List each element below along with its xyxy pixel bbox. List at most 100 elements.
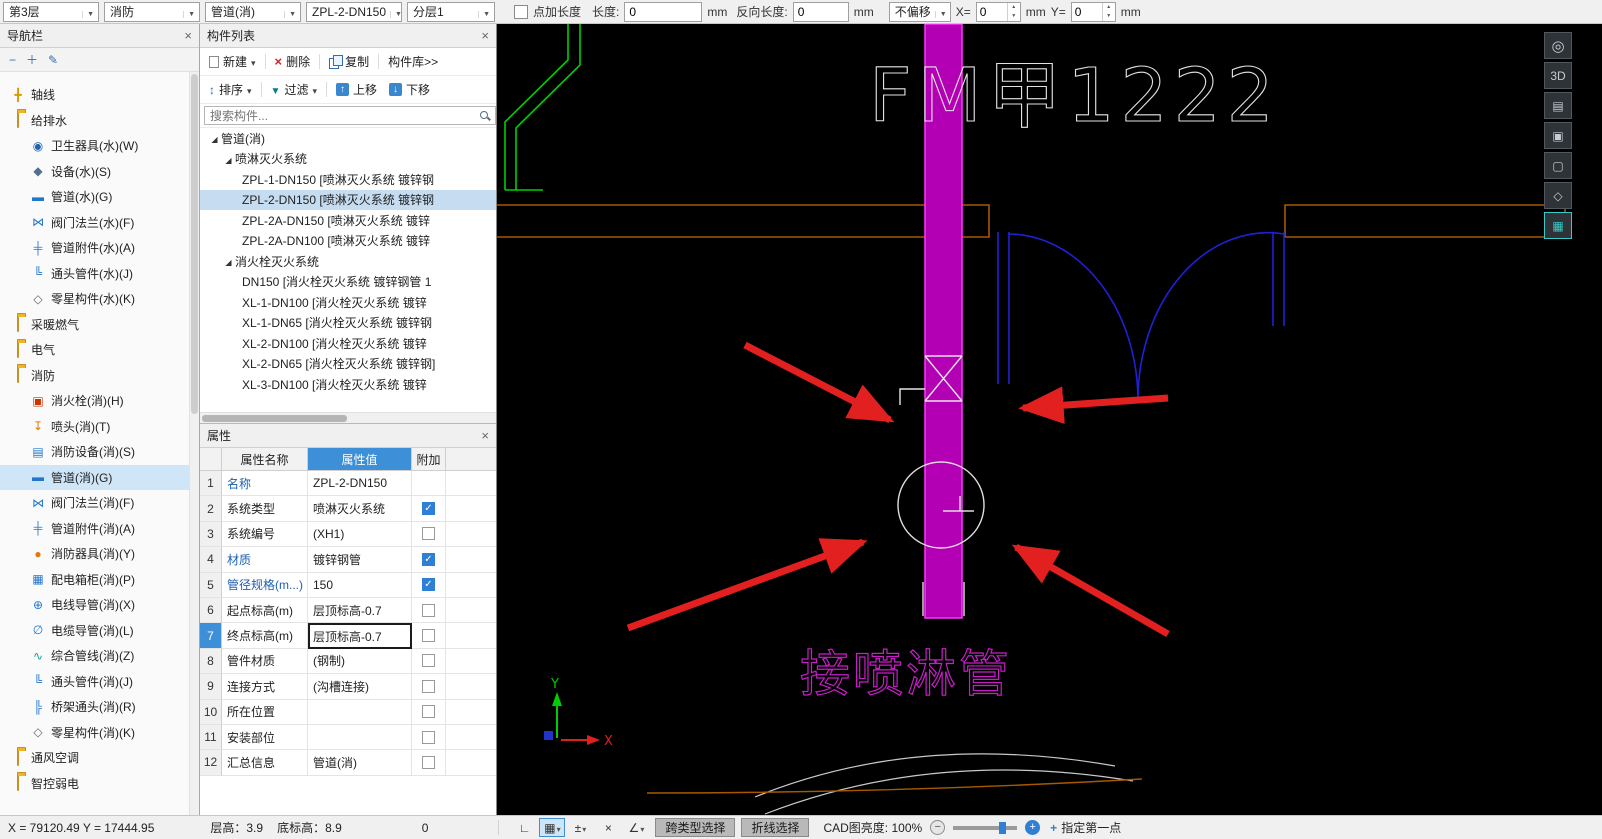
component-tree-group[interactable]: 消火栓灭火系统 — [200, 251, 496, 272]
sidebar-group-plumbing[interactable]: 给排水 — [0, 108, 189, 134]
layer-dropdown[interactable]: 分层1 — [407, 2, 495, 22]
property-row[interactable]: 1名称ZPL-2-DN150 — [200, 471, 496, 496]
property-row[interactable]: 9连接方式(沟槽连接) — [200, 674, 496, 699]
sidebar-item-valve-flange-water[interactable]: 阀门法兰(水)(F) — [0, 210, 189, 236]
orbit-view-button[interactable] — [1544, 32, 1572, 59]
component-tree-item[interactable]: XL-1-DN65 [消火栓灭火系统 镀锌钢 — [200, 313, 496, 334]
reverse-length-input[interactable] — [793, 2, 849, 22]
sidebar-item-misc-component-water[interactable]: 零星构件(水)(K) — [0, 286, 189, 312]
collapse-all-button[interactable]: − — [9, 53, 16, 67]
component-tree-group[interactable]: 管道(消) — [200, 128, 496, 149]
property-row[interactable]: 5管径规格(m...)150 — [200, 573, 496, 598]
property-row[interactable]: 12汇总信息管道(消) — [200, 750, 496, 775]
attach-checkbox[interactable] — [422, 553, 435, 566]
cross-type-select-button[interactable]: 跨类型选择 — [655, 818, 735, 837]
sidebar-item-misc-component-fire[interactable]: 零星构件(消)(K) — [0, 720, 189, 746]
close-icon[interactable] — [481, 428, 489, 443]
sidebar-group-hvac[interactable]: 通风空调 — [0, 745, 189, 771]
attach-checkbox[interactable] — [422, 527, 435, 540]
property-row[interactable]: 11安装部位 — [200, 725, 496, 750]
property-row-active[interactable]: 7终点标高(m)层顶标高-0.7 — [200, 623, 496, 648]
grid-snap-button[interactable] — [539, 818, 565, 837]
sidebar-item-valve-flange-fire[interactable]: 阀门法兰(消)(F) — [0, 490, 189, 516]
property-row[interactable]: 3系统编号(XH1) — [200, 522, 496, 547]
component-tree-item[interactable]: ZPL-1-DN150 [喷淋灭火系统 镀锌钢 — [200, 169, 496, 190]
search-icon[interactable] — [478, 109, 492, 123]
attach-checkbox[interactable] — [422, 578, 435, 591]
sidebar-item-sanitary-fixture-water[interactable]: 卫生器具(水)(W) — [0, 133, 189, 159]
sidebar-item-hydrant-fire[interactable]: 消火栓(消)(H) — [0, 388, 189, 414]
nav-scrollbar-thumb[interactable] — [191, 74, 198, 414]
attach-checkbox[interactable] — [422, 756, 435, 769]
component-tree-item[interactable]: ZPL-2A-DN150 [喷淋灭火系统 镀锌 — [200, 210, 496, 231]
angle-snap-button[interactable] — [623, 818, 649, 837]
property-row[interactable]: 8管件材质(钢制) — [200, 649, 496, 674]
attach-checkbox[interactable] — [422, 680, 435, 693]
table-view-button[interactable] — [1544, 212, 1572, 239]
close-icon[interactable] — [184, 28, 192, 43]
edit-nav-button[interactable]: ✎ — [48, 53, 58, 67]
component-list-hscrollbar[interactable] — [200, 412, 496, 423]
sidebar-item-wire-conduit-fire[interactable]: 电线导管(消)(X) — [0, 592, 189, 618]
copy-component-button[interactable]: 复制 — [324, 51, 374, 72]
spinner-arrows-icon[interactable] — [1102, 3, 1115, 21]
component-tree-item[interactable]: XL-2-DN100 [消火栓灭火系统 镀锌 — [200, 333, 496, 354]
x-input[interactable] — [977, 3, 1007, 21]
expand-icon[interactable] — [222, 254, 235, 268]
value-edit-field[interactable]: 层顶标高-0.7 — [308, 623, 412, 648]
attach-checkbox[interactable] — [422, 502, 435, 515]
view-3d-button[interactable]: 3D — [1544, 62, 1572, 89]
sidebar-item-pipe-attachment-fire[interactable]: 管道附件(消)(A) — [0, 516, 189, 542]
sidebar-item-cable-conduit-fire[interactable]: 电缆导管(消)(L) — [0, 618, 189, 644]
attach-checkbox[interactable] — [422, 654, 435, 667]
polyline-select-button[interactable]: 折线选择 — [741, 818, 809, 837]
display-style-button[interactable] — [1544, 92, 1572, 119]
sidebar-group-axis[interactable]: 轴线 — [0, 82, 189, 108]
move-down-button[interactable]: 下移 — [384, 79, 435, 100]
ortho-snap-button[interactable] — [511, 818, 537, 837]
sidebar-item-equipment-water[interactable]: 设备(水)(S) — [0, 159, 189, 185]
sidebar-item-pipe-fire[interactable]: 管道(消)(G) — [0, 465, 189, 491]
sidebar-item-pipe-attachment-water[interactable]: 管道附件(水)(A) — [0, 235, 189, 261]
search-input[interactable] — [204, 106, 496, 125]
component-tree-item[interactable]: XL-3-DN100 [消火栓灭火系统 镀锌 — [200, 374, 496, 395]
specialty-dropdown[interactable]: 消防 — [104, 2, 200, 22]
brightness-slider[interactable] — [953, 826, 1017, 830]
nav-scrollbar[interactable] — [189, 72, 199, 815]
sidebar-item-fire-equipment[interactable]: 消防设备(消)(S) — [0, 439, 189, 465]
increment-snap-button[interactable] — [567, 818, 593, 837]
sidebar-group-heating-gas[interactable]: 采暖燃气 — [0, 312, 189, 338]
offset-dropdown[interactable]: 不偏移 — [889, 2, 951, 22]
sidebar-item-pipe-water[interactable]: 管道(水)(G) — [0, 184, 189, 210]
component-tree-group[interactable]: 喷淋灭火系统 — [200, 149, 496, 170]
viewport-box-button[interactable] — [1544, 122, 1572, 149]
cad-drawing[interactable]: FM甲1222 接喷淋管 Y X — [497, 24, 1602, 815]
component-tree-item[interactable]: ZPL-2A-DN100 [喷淋灭火系统 镀锌 — [200, 231, 496, 252]
sidebar-item-sprinkler-head-fire[interactable]: 喷头(消)(T) — [0, 414, 189, 440]
new-component-button[interactable]: 新建 — [204, 51, 261, 72]
sidebar-item-fire-apparatus[interactable]: 消防器具(消)(Y) — [0, 541, 189, 567]
filter-button[interactable]: 过滤 — [266, 79, 322, 100]
cad-viewport[interactable]: FM甲1222 接喷淋管 Y X 3D — [497, 24, 1602, 815]
floor-dropdown[interactable]: 第3层 — [3, 2, 99, 22]
attach-checkbox[interactable] — [422, 629, 435, 642]
sidebar-group-fire-protection[interactable]: 消防 — [0, 363, 189, 389]
sidebar-group-electrical[interactable]: 电气 — [0, 337, 189, 363]
property-row[interactable]: 2系统类型喷淋灭火系统 — [200, 496, 496, 521]
property-row[interactable]: 4材质镀锌钢管 — [200, 547, 496, 572]
attach-checkbox[interactable] — [422, 731, 435, 744]
expand-all-button[interactable]: ＋ — [26, 53, 38, 67]
property-value-header[interactable]: 属性值 — [308, 448, 412, 471]
sidebar-group-low-voltage[interactable]: 智控弱电 — [0, 771, 189, 797]
slider-thumb[interactable] — [999, 822, 1006, 834]
point-add-length-checkbox[interactable] — [514, 5, 528, 19]
component-tree-item-selected[interactable]: ZPL-2-DN150 [喷淋灭火系统 镀锌钢 — [200, 190, 496, 211]
hscrollbar-thumb[interactable] — [202, 415, 347, 422]
selection-box-button[interactable] — [1544, 152, 1572, 179]
x-spinner[interactable] — [976, 2, 1021, 22]
brightness-increase-button[interactable]: + — [1025, 820, 1040, 835]
move-up-button[interactable]: 上移 — [331, 79, 382, 100]
property-row[interactable]: 10所在位置 — [200, 700, 496, 725]
y-spinner[interactable] — [1071, 2, 1116, 22]
attach-checkbox[interactable] — [422, 705, 435, 718]
